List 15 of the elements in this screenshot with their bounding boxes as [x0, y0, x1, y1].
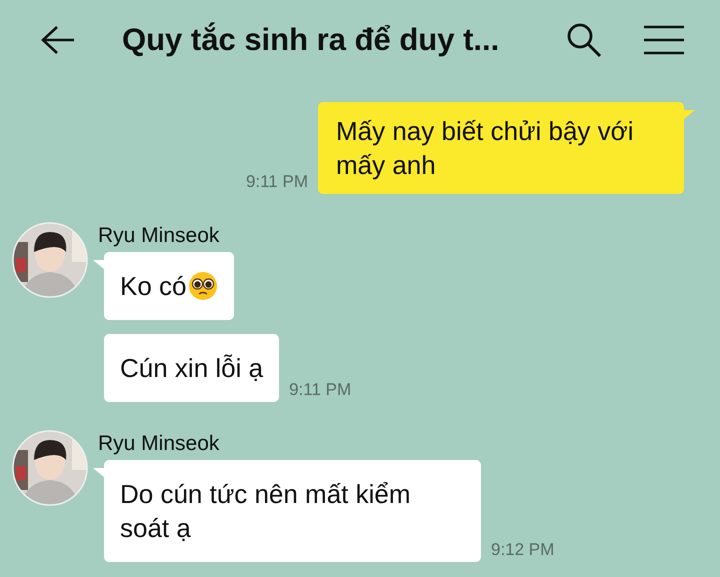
message-time: 9:11 PM [246, 172, 308, 193]
sender-name: Ryu Minseok [98, 224, 220, 248]
sender-name: Ryu Minseok [98, 432, 220, 456]
menu-icon[interactable] [644, 25, 684, 55]
pleading-face-icon [188, 271, 218, 301]
back-arrow-icon[interactable] [40, 25, 76, 55]
message-bubble: Ko có [104, 252, 234, 320]
message-bubble: Do cún tức nên mất kiểm soát ạ [104, 460, 481, 562]
message-time: 9:11 PM [289, 380, 352, 401]
bubble-tail [683, 110, 695, 120]
message-bubble: Cún xin lỗi ạ [104, 334, 280, 402]
message-time: 9:12 PM [491, 540, 554, 561]
chat-title: Quy tắc sinh ra để duy t... [122, 22, 500, 58]
search-icon[interactable] [566, 22, 602, 58]
message-bubble: Mấy nay biết chửi bậy với mấy anh [318, 102, 684, 194]
